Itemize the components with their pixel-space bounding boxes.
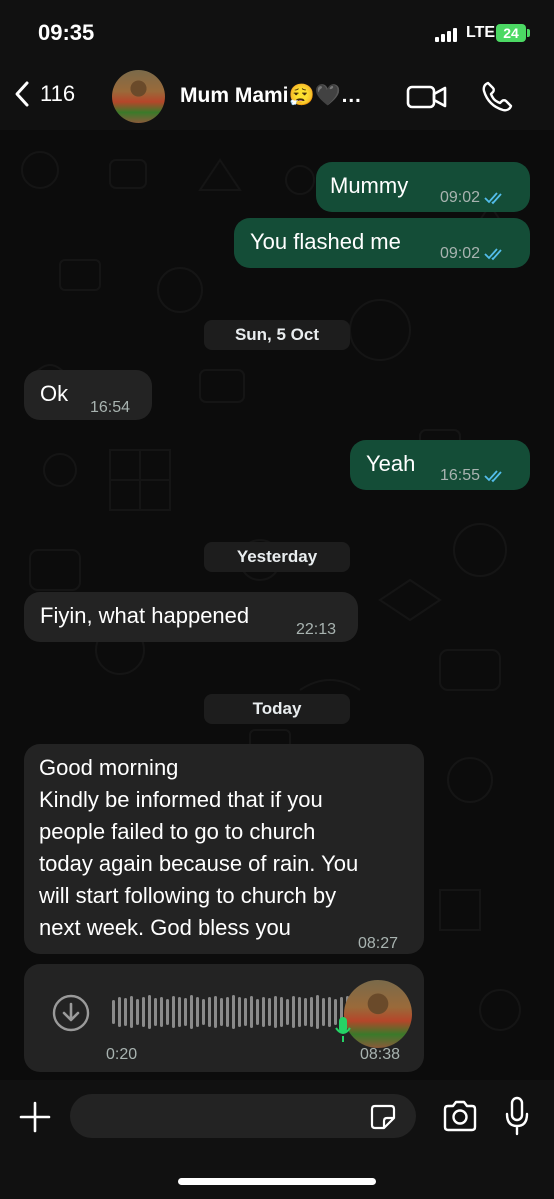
- waveform-bar: [298, 997, 301, 1027]
- waveform-bar: [160, 997, 163, 1027]
- message-line: Kindly be informed that if you: [39, 787, 323, 812]
- waveform-bar: [166, 999, 169, 1025]
- message-text: Yeah: [366, 451, 416, 476]
- download-icon[interactable]: [52, 994, 90, 1032]
- waveform-bar: [172, 996, 175, 1028]
- date-separator: Yesterday: [204, 542, 350, 572]
- message-incoming[interactable]: Ok 16:54: [24, 370, 152, 420]
- waveform-bar: [154, 998, 157, 1026]
- message-incoming[interactable]: Good morning Kindly be informed that if …: [24, 744, 424, 954]
- message-line: people failed to go to church: [39, 819, 316, 844]
- waveform-bar: [118, 997, 121, 1027]
- waveform-bar: [226, 997, 229, 1027]
- video-call-icon[interactable]: [406, 82, 448, 112]
- chevron-left-icon: [15, 81, 29, 107]
- phone-icon[interactable]: [480, 80, 514, 114]
- waveform-bar: [286, 999, 289, 1025]
- message-text: Fiyin, what happened: [40, 603, 250, 628]
- composer-bar: [0, 1080, 554, 1199]
- waveform-bar: [280, 997, 283, 1027]
- waveform-bar: [322, 998, 325, 1026]
- message-line: Good morning: [39, 755, 179, 780]
- waveform-bar: [112, 1000, 115, 1024]
- message-time: 16:55: [440, 467, 481, 484]
- waveform-bar: [202, 999, 205, 1025]
- message-input[interactable]: [70, 1094, 416, 1138]
- camera-icon[interactable]: [442, 1100, 478, 1132]
- home-indicator: [178, 1178, 376, 1185]
- read-ticks-icon: [484, 192, 502, 205]
- waveform-bar: [184, 998, 187, 1026]
- waveform-bar: [130, 996, 133, 1028]
- waveform-bar: [190, 995, 193, 1029]
- mic-icon: [335, 1017, 351, 1042]
- message-text: You flashed me: [250, 229, 401, 254]
- waveform-bar: [214, 996, 217, 1028]
- waveform-bar: [124, 998, 127, 1026]
- message-time: 08:27: [358, 935, 399, 952]
- contact-name[interactable]: Mum Mami😮‍💨🖤…: [180, 84, 362, 108]
- voice-time: 08:38: [360, 1046, 401, 1063]
- message-time: 09:02: [440, 245, 481, 262]
- waveform-bar: [178, 997, 181, 1027]
- chat-area[interactable]: Mummy 09:02 You flashed me 09:02 Sun, 5 …: [0, 130, 554, 1080]
- battery-level: 24: [503, 25, 519, 41]
- sticker-icon[interactable]: [370, 1104, 396, 1130]
- voice-note-message[interactable]: 0:20 08:38: [24, 964, 424, 1072]
- voice-duration: 0:20: [106, 1046, 138, 1063]
- waveform-bar: [328, 997, 331, 1027]
- waveform-bar: [148, 995, 151, 1029]
- waveform-bar: [196, 997, 199, 1027]
- waveform-bar: [316, 995, 319, 1029]
- plus-icon[interactable]: [18, 1100, 52, 1134]
- message-outgoing[interactable]: You flashed me 09:02: [234, 218, 530, 268]
- message-time: 09:02: [440, 189, 481, 206]
- message-text: Ok: [40, 381, 69, 406]
- status-bar: 09:35 LTE 24: [0, 0, 554, 64]
- battery-icon: 24: [496, 24, 530, 42]
- message-line: will start following to church by: [39, 883, 337, 908]
- message-time: 16:54: [90, 399, 131, 416]
- waveform-bar: [220, 998, 223, 1026]
- waveform-bar: [136, 999, 139, 1025]
- waveform-bar: [232, 995, 235, 1029]
- read-ticks-icon: [484, 470, 502, 483]
- waveform-bar: [250, 996, 253, 1028]
- back-button[interactable]: 116: [12, 80, 75, 108]
- date-separator: Sun, 5 Oct: [204, 320, 350, 350]
- waveform-bar: [274, 996, 277, 1028]
- date-separator: Today: [204, 694, 350, 724]
- waveform-bar: [268, 998, 271, 1026]
- waveform-bar: [238, 997, 241, 1027]
- waveform-bar: [292, 996, 295, 1028]
- message-incoming[interactable]: Fiyin, what happened 22:13: [24, 592, 358, 642]
- signal-icon: [435, 28, 457, 42]
- waveform-bar: [262, 997, 265, 1027]
- contact-avatar[interactable]: [112, 70, 165, 123]
- message-outgoing[interactable]: Yeah 16:55: [350, 440, 530, 490]
- waveform-bar: [142, 997, 145, 1027]
- chat-header: 116 Mum Mami😮‍💨🖤…: [0, 64, 554, 130]
- message-line: next week. God bless you: [39, 915, 291, 940]
- waveform-bar: [310, 997, 313, 1027]
- read-ticks-icon: [484, 248, 502, 261]
- message-time: 22:13: [296, 621, 337, 638]
- message-line: today again because of rain. You: [39, 851, 359, 876]
- microphone-icon[interactable]: [504, 1096, 530, 1136]
- message-text: Mummy: [330, 173, 409, 198]
- waveform-bar: [244, 998, 247, 1026]
- voice-sender-avatar: [344, 980, 412, 1048]
- back-count: 116: [40, 81, 76, 106]
- message-outgoing[interactable]: Mummy 09:02: [316, 162, 530, 212]
- waveform-bar: [208, 997, 211, 1027]
- waveform-bar: [256, 999, 259, 1025]
- status-time: 09:35: [38, 20, 95, 45]
- network-label: LTE: [466, 24, 496, 41]
- waveform-bar: [304, 998, 307, 1026]
